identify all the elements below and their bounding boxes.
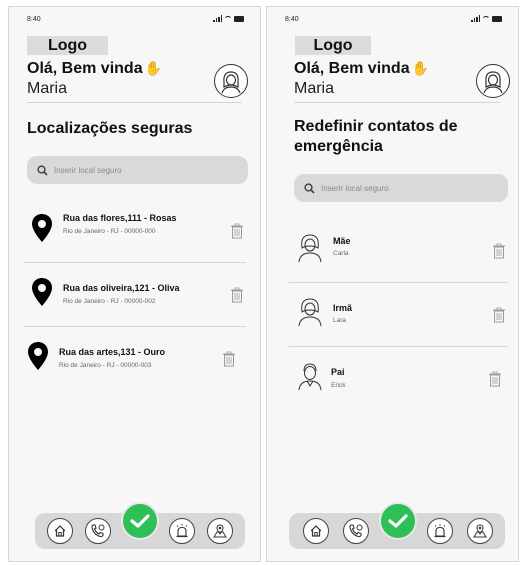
nav-map-profile-button[interactable] bbox=[467, 518, 493, 544]
woman-contact-icon bbox=[298, 234, 322, 263]
location-address: Rio de Janeiro - RJ - 00000-002 bbox=[63, 298, 156, 305]
location-item[interactable]: Rua das oliveira,121 - Oliva Rio de Jane… bbox=[23, 263, 246, 327]
greeting: Olá, Bem vinda ✋ bbox=[294, 60, 429, 78]
avatar[interactable] bbox=[476, 64, 510, 98]
trash-icon[interactable] bbox=[230, 223, 244, 239]
contact-item[interactable]: Irmã Lara bbox=[289, 283, 508, 347]
alarm-icon bbox=[176, 524, 188, 538]
header-divider bbox=[27, 102, 242, 103]
check-icon bbox=[130, 514, 150, 528]
contact-item[interactable]: Mãe Carla bbox=[289, 219, 508, 283]
nav-home-button[interactable] bbox=[303, 518, 329, 544]
safe-locations-screen: 8:40 Logo Olá, Bem vinda ✋ Maria Localiza… bbox=[8, 6, 261, 562]
search-icon bbox=[37, 164, 48, 176]
nav-home-button[interactable] bbox=[47, 518, 73, 544]
location-pin-icon bbox=[32, 278, 52, 306]
phone-call-icon bbox=[349, 524, 363, 538]
wifi-icon bbox=[224, 16, 232, 22]
contact-item[interactable]: Pai Erick bbox=[289, 347, 508, 411]
location-street: Rua das artes,131 - Ouro bbox=[59, 347, 166, 357]
search-input[interactable] bbox=[321, 183, 491, 193]
search-bar[interactable] bbox=[27, 156, 248, 184]
logo: Logo bbox=[295, 36, 371, 55]
status-time: 8:40 bbox=[27, 16, 41, 23]
location-item[interactable]: Rua das flores,111 - Rosas Rio de Janeir… bbox=[23, 199, 246, 263]
search-icon bbox=[304, 182, 315, 194]
alarm-icon bbox=[434, 524, 446, 538]
contact-name: Erick bbox=[331, 382, 346, 389]
nav-call-button[interactable] bbox=[343, 518, 369, 544]
battery-icon bbox=[492, 16, 502, 22]
location-pin-icon bbox=[32, 214, 52, 242]
wifi-icon bbox=[482, 16, 490, 22]
status-icons bbox=[213, 15, 244, 22]
signal-icon bbox=[471, 15, 480, 22]
bottom-nav bbox=[35, 502, 245, 549]
nav-alarm-button[interactable] bbox=[427, 518, 453, 544]
nav-call-button[interactable] bbox=[85, 518, 111, 544]
woman-avatar-icon bbox=[483, 71, 503, 94]
location-address: Rio de Janeiro - RJ - 00000-000 bbox=[63, 228, 156, 235]
trash-icon[interactable] bbox=[492, 243, 506, 259]
waving-hand-icon: ✋ bbox=[411, 60, 430, 76]
woman-avatar-icon bbox=[221, 71, 241, 94]
nav-alarm-button[interactable] bbox=[169, 518, 195, 544]
contact-relation: Mãe bbox=[333, 236, 351, 246]
contact-name: Carla bbox=[333, 250, 349, 257]
check-icon bbox=[388, 514, 408, 528]
logo: Logo bbox=[27, 36, 108, 55]
contact-relation: Irmã bbox=[333, 303, 353, 313]
contact-relation: Pai bbox=[331, 367, 345, 377]
status-icons bbox=[471, 15, 502, 22]
waving-hand-icon: ✋ bbox=[144, 60, 163, 76]
search-input[interactable] bbox=[54, 165, 224, 175]
greeting-text: Olá, Bem vinda bbox=[27, 60, 143, 77]
search-bar[interactable] bbox=[294, 174, 508, 202]
map-profile-icon bbox=[473, 524, 487, 538]
battery-icon bbox=[234, 16, 244, 22]
phone-call-icon bbox=[91, 524, 105, 538]
status-time: 8:40 bbox=[285, 16, 299, 23]
trash-icon[interactable] bbox=[488, 371, 502, 387]
woman-contact-icon bbox=[298, 298, 322, 327]
location-address: Rio de Janeiro - RJ - 00000-003 bbox=[59, 362, 152, 369]
trash-icon[interactable] bbox=[492, 307, 506, 323]
header-divider bbox=[294, 102, 500, 103]
avatar[interactable] bbox=[214, 64, 248, 98]
location-street: Rua das oliveira,121 - Oliva bbox=[63, 283, 180, 293]
user-name: Maria bbox=[294, 80, 335, 97]
location-item[interactable]: Rua das artes,131 - Ouro Rio de Janeiro … bbox=[23, 327, 246, 391]
nav-map-profile-button[interactable] bbox=[207, 518, 233, 544]
home-icon bbox=[310, 525, 322, 537]
bottom-nav bbox=[289, 502, 505, 549]
location-street: Rua das flores,111 - Rosas bbox=[63, 213, 177, 223]
page-title: Localizações seguras bbox=[27, 120, 193, 137]
man-contact-icon bbox=[298, 363, 322, 391]
nav-check-button[interactable] bbox=[379, 502, 417, 540]
trash-icon[interactable] bbox=[222, 351, 236, 367]
emergency-contacts-screen: 8:40 Logo Olá, Bem vinda ✋ Maria Redefini… bbox=[266, 6, 519, 562]
contact-name: Lara bbox=[333, 317, 347, 324]
signal-icon bbox=[213, 15, 222, 22]
greeting: Olá, Bem vinda ✋ bbox=[27, 60, 162, 78]
map-profile-icon bbox=[213, 524, 227, 538]
trash-icon[interactable] bbox=[230, 287, 244, 303]
home-icon bbox=[54, 525, 66, 537]
user-name: Maria bbox=[27, 80, 68, 97]
location-pin-icon bbox=[28, 342, 48, 370]
nav-check-button[interactable] bbox=[121, 502, 159, 540]
page-title: Redefinir contatos de emergência bbox=[294, 118, 458, 155]
greeting-text: Olá, Bem vinda bbox=[294, 60, 410, 77]
